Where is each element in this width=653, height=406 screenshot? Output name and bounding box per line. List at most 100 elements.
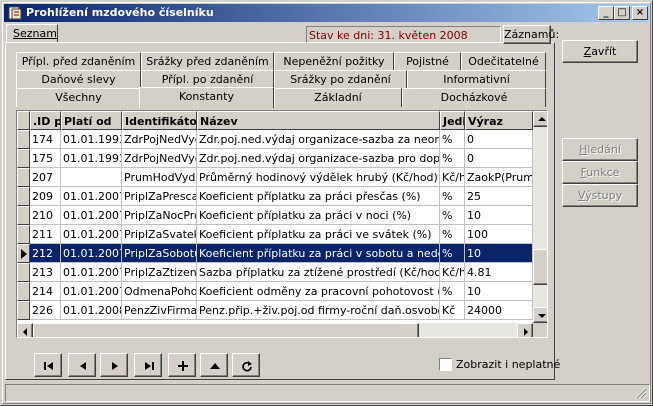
cell-nazev[interactable]: Průměrný hodinový výdělek hrubý (Kč/hod) xyxy=(197,168,440,187)
column-header-plati-od[interactable]: Platí od xyxy=(61,111,122,130)
cell-plati-od[interactable]: 01.01.2007 xyxy=(61,282,122,301)
cell-id[interactable]: 207 xyxy=(30,168,61,187)
cell-id[interactable]: 210 xyxy=(30,206,61,225)
cell-jednotka[interactable]: % xyxy=(440,244,465,263)
cell-plati-od[interactable]: 01.01.2007 xyxy=(61,206,122,225)
cell-jednotka[interactable]: % xyxy=(440,282,465,301)
cell-nazev[interactable]: Zdr.poj.ned.výdaj organizace-sazba pro d… xyxy=(197,149,440,168)
cell-plati-od[interactable] xyxy=(61,168,122,187)
cell-jednotka[interactable]: Kč/h xyxy=(440,263,465,282)
cell-nazev[interactable]: Koeficient příplatku za práci v noci (%) xyxy=(197,206,440,225)
cell-plati-od[interactable]: 01.01.2007 xyxy=(61,225,122,244)
table-row[interactable]: 21401.01.2007OdmenaPohotovKoeficient odm… xyxy=(17,282,533,301)
first-record-button[interactable] xyxy=(34,353,62,377)
row-indicator[interactable] xyxy=(17,244,30,263)
delete-record-button[interactable] xyxy=(200,353,228,377)
table-row[interactable]: 213 01.01.2007 PriplZaZtizene Sazba příplat… xyxy=(17,263,533,282)
tab-nepenezni-pozitky[interactable]: Nepeněžní požitky xyxy=(274,52,394,71)
row-indicator[interactable] xyxy=(17,206,30,225)
cell-vyraz[interactable]: 10 xyxy=(465,244,533,263)
cell-identifikator[interactable]: PriplZaSvatekP xyxy=(122,225,197,244)
cell-identifikator[interactable]: PrumHodVydelek xyxy=(122,168,197,187)
cell-plati-od[interactable]: 01.01.2007 xyxy=(61,244,122,263)
cell-identifikator[interactable]: PriplZaNocProc xyxy=(122,206,197,225)
table-row[interactable]: 21201.01.2007PriplZaSobotuAKoeficient př… xyxy=(17,244,533,263)
table-row[interactable]: 21001.01.2007PriplZaNocProcKoeficient př… xyxy=(17,206,533,225)
next-record-button[interactable] xyxy=(100,353,128,377)
cell-identifikator[interactable]: ZdrPojNedVydO xyxy=(122,130,197,149)
cell-plati-od[interactable]: 01.01.2007 xyxy=(61,263,122,282)
cell-id[interactable]: 209 xyxy=(30,187,61,206)
close-window-button[interactable]: Zavřít xyxy=(562,40,638,63)
cell-plati-od[interactable]: 01.01.2007 xyxy=(61,187,122,206)
records-button[interactable]: Záznamů: xyxy=(503,25,559,44)
tab-informativni[interactable]: Informativní xyxy=(407,70,546,89)
cell-identifikator[interactable]: PriplZaPrescas xyxy=(122,187,197,206)
row-indicator[interactable] xyxy=(17,130,30,149)
horizontal-scrollbar[interactable] xyxy=(17,323,533,337)
cell-nazev[interactable]: Koeficient odměny za pracovní pohotovost… xyxy=(197,282,440,301)
scroll-thumb[interactable] xyxy=(533,249,547,285)
cell-id[interactable]: 213 xyxy=(30,263,61,282)
column-header-nazev[interactable]: Název xyxy=(197,111,440,130)
cell-identifikator[interactable]: PriplZaSobotuA xyxy=(122,244,197,263)
cell-id[interactable]: 174 xyxy=(30,130,61,149)
cell-vyraz[interactable]: 0 xyxy=(465,149,533,168)
scroll-up-button[interactable] xyxy=(533,111,547,127)
last-record-button[interactable] xyxy=(134,353,162,377)
cell-jednotka[interactable]: Kč/h xyxy=(440,168,465,187)
refresh-button[interactable] xyxy=(232,353,260,377)
scroll-right-button[interactable] xyxy=(517,323,533,337)
tab-konstanty[interactable]: Konstanty xyxy=(139,87,274,108)
cell-vyraz[interactable]: 25 xyxy=(465,187,533,206)
table-row[interactable]: 17501.01.1993ZdrPojNedVydDZdr.poj.ned.vý… xyxy=(17,149,533,168)
cell-nazev[interactable]: Penz.přip.+živ.poj.od firmy-roční daň.os… xyxy=(197,301,440,320)
cell-identifikator[interactable]: PenzZivFirmaO xyxy=(122,301,197,320)
scroll-down-button[interactable] xyxy=(533,307,547,323)
row-indicator[interactable] xyxy=(17,263,30,282)
column-header-vyraz[interactable]: Výraz xyxy=(465,111,533,130)
cell-id[interactable]: 214 xyxy=(30,282,61,301)
scroll-left-button[interactable] xyxy=(17,323,33,337)
cell-nazev[interactable]: Sazba příplatku za ztížené prostředí (Kč… xyxy=(197,263,440,282)
row-indicator[interactable] xyxy=(17,225,30,244)
tab-vsechny[interactable]: Všechny xyxy=(16,88,141,107)
tab-dochazkove[interactable]: Docházkové xyxy=(402,88,546,107)
tab-srazky-po-zdaneni[interactable]: Srážky po zdanění xyxy=(274,70,407,89)
row-indicator[interactable] xyxy=(17,168,30,187)
tab-danove-slevy[interactable]: Daňové slevy xyxy=(16,70,141,89)
tab-pripl-pred-zdanenim[interactable]: Přípl. před zdaněním xyxy=(16,52,141,71)
tab-seznam[interactable]: Seznam xyxy=(6,24,58,42)
cell-jednotka[interactable]: % xyxy=(440,206,465,225)
search-button[interactable]: Hledání xyxy=(562,138,638,161)
table-row[interactable]: 207 PrumHodVydelekPrůměrný hodinový výděl… xyxy=(17,168,533,187)
tab-zakladni[interactable]: Základní xyxy=(274,88,402,107)
cell-identifikator[interactable]: ZdrPojNedVydD xyxy=(122,149,197,168)
cell-id[interactable]: 212 xyxy=(30,244,61,263)
cell-jednotka[interactable]: % xyxy=(440,149,465,168)
cell-jednotka[interactable]: % xyxy=(440,225,465,244)
cell-vyraz[interactable]: 4.81 xyxy=(465,263,533,282)
cell-vyraz[interactable]: 0 xyxy=(465,130,533,149)
title-bar[interactable]: Prohlížení mzdového číselníku _ □ × xyxy=(4,4,649,22)
close-button[interactable]: × xyxy=(632,6,648,20)
insert-record-button[interactable] xyxy=(168,353,196,377)
maximize-button[interactable]: □ xyxy=(614,6,630,20)
tab-srazky-pred-zdanenim[interactable]: Srážky před zdaněním xyxy=(141,52,274,71)
cell-plati-od[interactable]: 01.01.1993 xyxy=(61,149,122,168)
cell-vyraz[interactable]: 10 xyxy=(465,282,533,301)
outputs-button[interactable]: Výstupy xyxy=(562,184,638,207)
cell-nazev[interactable]: Koeficient příplatku za práci ve svátek … xyxy=(197,225,440,244)
previous-record-button[interactable] xyxy=(68,353,96,377)
column-header-id[interactable]: .ID p xyxy=(30,111,61,130)
cell-vyraz[interactable]: ZaokP(Prum xyxy=(465,168,533,187)
resize-grip-icon[interactable] xyxy=(635,387,647,399)
cell-identifikator[interactable]: OdmenaPohotov xyxy=(122,282,197,301)
table-row[interactable]: 17401.01.1993ZdrPojNedVydOZdr.poj.ned.vý… xyxy=(17,130,533,149)
tab-odecitatelne[interactable]: Odečitatelné xyxy=(461,52,546,71)
row-indicator[interactable] xyxy=(17,301,30,320)
cell-jednotka[interactable]: % xyxy=(440,130,465,149)
column-header-identifikator[interactable]: Identifikátor xyxy=(122,111,197,130)
cell-nazev[interactable]: Koeficient příplatku za práci přesčas (%… xyxy=(197,187,440,206)
cell-vyraz[interactable]: 24000 xyxy=(465,301,533,320)
